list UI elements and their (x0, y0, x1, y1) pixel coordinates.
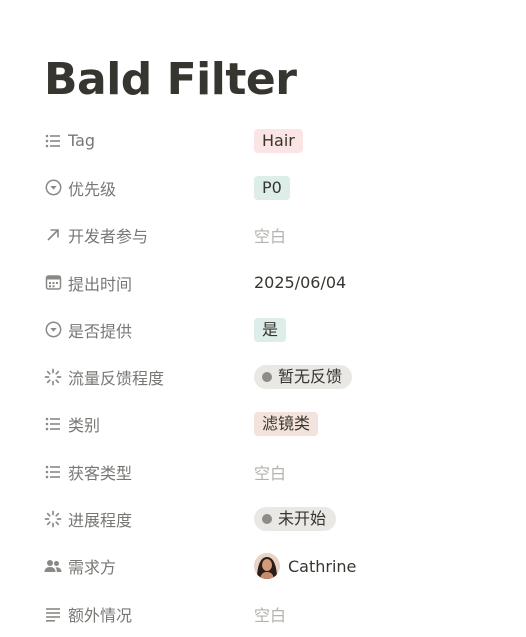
property-value-priority[interactable]: P0 (254, 173, 514, 203)
property-row-date: 提出时间 2025/06/04 (44, 259, 514, 306)
category-pill: 滤镜类 (254, 412, 319, 437)
list-icon (44, 132, 62, 150)
property-row-developer: 开发者参与 空白 (44, 212, 514, 259)
property-row-traffic-feedback: 流量反馈程度 暂无反馈 (44, 353, 514, 400)
property-key-label: 获客类型 (68, 463, 133, 483)
property-value-provided[interactable]: 是 (254, 315, 514, 345)
property-row-extra-info: 额外情况 空白 (44, 590, 514, 637)
date-value: 2025/06/04 (254, 273, 347, 293)
text-lines-icon (44, 605, 62, 623)
property-key-requester[interactable]: 需求方 (44, 554, 254, 578)
property-row-provided: 是否提供 是 (44, 306, 514, 353)
property-value-tag[interactable]: Hair (254, 126, 514, 156)
arrow-up-right-icon (44, 226, 62, 244)
property-key-label: 需求方 (68, 558, 117, 578)
status-dot (262, 514, 272, 525)
property-key-label: 提出时间 (68, 274, 133, 294)
property-value-date[interactable]: 2025/06/04 (254, 268, 514, 298)
property-row-tag: Tag Hair (44, 117, 514, 164)
property-value-requester[interactable]: Cathrine (254, 551, 514, 581)
person-name: Cathrine (288, 556, 357, 576)
list-icon (44, 415, 62, 433)
property-row-acquisition-type: 获客类型 空白 (44, 448, 514, 495)
select-icon (44, 321, 62, 339)
empty-value: 空白 (254, 605, 287, 625)
property-key-category[interactable]: 类别 (44, 412, 254, 436)
property-key-label: 优先级 (68, 179, 117, 199)
property-value-acquisition-type[interactable]: 空白 (254, 457, 514, 487)
property-key-acquisition-type[interactable]: 获客类型 (44, 460, 254, 484)
property-key-priority[interactable]: 优先级 (44, 176, 254, 200)
status-label: 未开始 (278, 509, 327, 529)
priority-pill: P0 (254, 175, 290, 200)
properties-list: Tag Hair 优先级 P0 开发者参与 空白 提出时间 2025/06/04… (44, 117, 514, 637)
property-key-label: 进展程度 (68, 511, 133, 531)
select-icon (44, 179, 62, 197)
page-title[interactable]: Bald Filter (44, 52, 297, 108)
status-icon (44, 368, 62, 386)
property-value-category[interactable]: 滤镜类 (254, 409, 514, 439)
property-key-label: 开发者参与 (68, 227, 149, 247)
property-row-requester: 需求方 Cathrine (44, 543, 514, 590)
property-key-provided[interactable]: 是否提供 (44, 318, 254, 342)
empty-value: 空白 (254, 463, 287, 483)
empty-value: 空白 (254, 227, 287, 247)
status-pill: 未开始 (254, 507, 337, 532)
property-key-extra-info[interactable]: 额外情况 (44, 602, 254, 626)
status-label: 暂无反馈 (278, 367, 343, 387)
provided-pill: 是 (254, 317, 287, 342)
property-key-date[interactable]: 提出时间 (44, 271, 254, 295)
status-pill: 暂无反馈 (254, 365, 353, 390)
people-icon (44, 557, 62, 575)
property-key-label: 流量反馈程度 (68, 369, 165, 389)
avatar (254, 553, 280, 580)
property-value-developer[interactable]: 空白 (254, 220, 514, 250)
property-key-traffic-feedback[interactable]: 流量反馈程度 (44, 365, 254, 389)
property-key-tag[interactable]: Tag (44, 131, 254, 150)
property-key-progress[interactable]: 进展程度 (44, 507, 254, 531)
status-dot (262, 372, 272, 383)
property-key-label: 额外情况 (68, 605, 133, 625)
property-row-category: 类别 滤镜类 (44, 401, 514, 448)
property-value-traffic-feedback[interactable]: 暂无反馈 (254, 362, 514, 392)
property-value-progress[interactable]: 未开始 (254, 504, 514, 534)
property-value-extra-info[interactable]: 空白 (254, 599, 514, 629)
list-icon (44, 463, 62, 481)
status-icon (44, 510, 62, 528)
property-row-priority: 优先级 P0 (44, 164, 514, 211)
property-key-label: Tag (68, 131, 96, 151)
property-key-developer[interactable]: 开发者参与 (44, 223, 254, 247)
property-key-label: 是否提供 (68, 321, 133, 341)
calendar-icon (44, 274, 62, 292)
property-row-progress: 进展程度 未开始 (44, 495, 514, 542)
tag-pill: Hair (254, 128, 303, 153)
person-chip[interactable]: Cathrine (254, 553, 357, 580)
property-key-label: 类别 (68, 416, 101, 436)
